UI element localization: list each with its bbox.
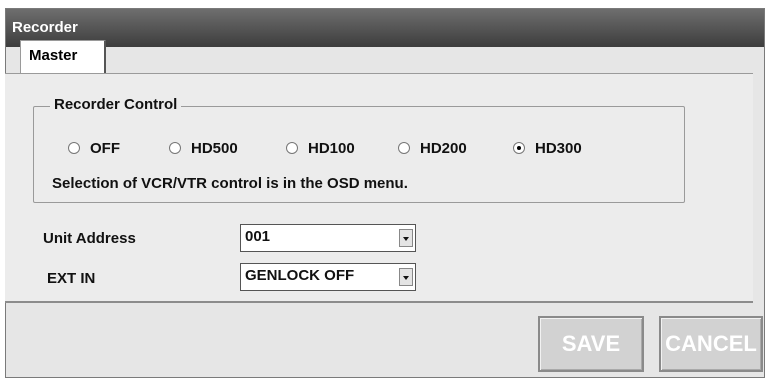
radio-hd100-label: HD100 <box>308 139 355 157</box>
radio-hd300-label: HD300 <box>535 139 582 157</box>
tab-master[interactable]: Master <box>20 40 106 74</box>
save-button[interactable]: SAVE <box>538 316 644 372</box>
title-bar: Recorder <box>6 9 764 47</box>
chevron-down-icon[interactable] <box>399 268 413 286</box>
radio-off-label: OFF <box>90 139 120 157</box>
radio-hd500-label: HD500 <box>191 139 238 157</box>
ext-in-select[interactable]: GENLOCK OFF <box>240 263 416 291</box>
ext-in-value: GENLOCK OFF <box>245 267 355 284</box>
radio-button-icon <box>68 142 80 154</box>
chevron-down-icon[interactable] <box>399 229 413 247</box>
ext-in-label: EXT IN <box>47 270 96 287</box>
radio-off[interactable]: OFF <box>68 137 120 159</box>
radio-hd200-label: HD200 <box>420 139 467 157</box>
radio-button-icon <box>398 142 410 154</box>
radio-hd300[interactable]: HD300 <box>513 137 582 159</box>
radio-hd500[interactable]: HD500 <box>169 137 238 159</box>
recorder-control-note: Selection of VCR/VTR control is in the O… <box>52 175 408 192</box>
recorder-control-label: Recorder Control <box>50 95 182 115</box>
radio-hd200[interactable]: HD200 <box>398 137 467 159</box>
radio-button-icon <box>286 142 298 154</box>
unit-address-label: Unit Address <box>43 230 136 247</box>
radio-button-icon <box>169 142 181 154</box>
cancel-button[interactable]: CANCEL <box>659 316 763 372</box>
unit-address-value: 001 <box>245 228 271 245</box>
radio-hd100[interactable]: HD100 <box>286 137 355 159</box>
unit-address-select[interactable]: 001 <box>240 224 416 252</box>
radio-button-icon <box>513 142 525 154</box>
